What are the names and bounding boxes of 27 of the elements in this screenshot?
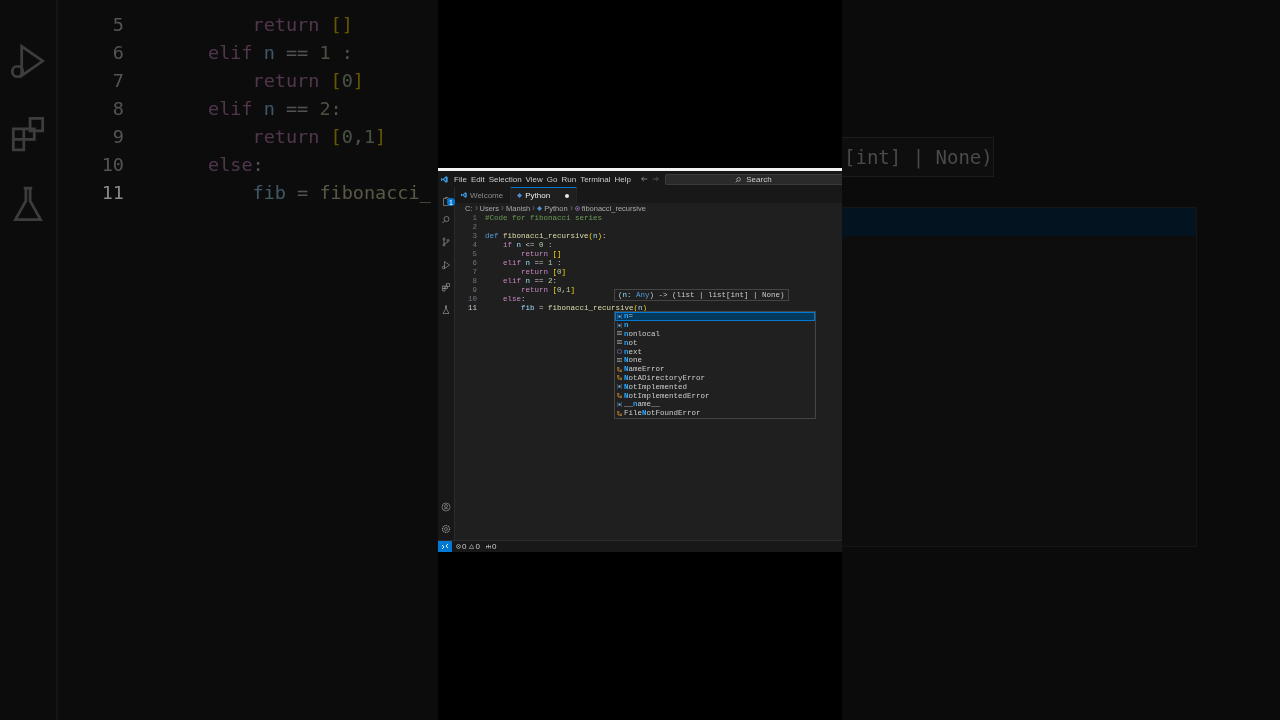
menu-item[interactable]: Terminal — [578, 174, 613, 184]
line-number: 5 — [111, 13, 124, 35]
menu-item[interactable]: Selection — [486, 174, 524, 184]
editor-tab[interactable]: Python — [511, 187, 578, 203]
search-field[interactable]: Search — [664, 173, 842, 185]
code-line: return [0,1] — [251, 125, 387, 147]
problems-button[interactable]: 0 0 — [456, 542, 482, 551]
code-line: else: — [208, 153, 264, 175]
menu-item[interactable]: Go — [544, 174, 560, 184]
code-line: elif n == 2: — [208, 97, 342, 119]
ports-button[interactable]: 0 — [485, 542, 499, 551]
signature-hint: [int] | None) — [842, 137, 994, 177]
menu-item[interactable]: Help — [612, 174, 633, 184]
code-line: fib = fibonacci_ — [251, 181, 431, 203]
code-line: return [0] — [251, 69, 364, 91]
line-number: 7 — [111, 69, 124, 91]
menu-item[interactable]: View — [523, 174, 545, 184]
line-number: 6 — [111, 41, 124, 63]
line-number: 9 — [111, 125, 124, 147]
menu-item[interactable]: Run — [559, 174, 579, 184]
code-line: elif n == 1 : — [208, 41, 353, 63]
menu-item[interactable]: Edit — [468, 174, 487, 184]
menu-item[interactable]: File — [452, 174, 469, 184]
code-line: return [] — [251, 13, 353, 35]
line-number: 11 — [100, 181, 124, 203]
line-number: 10 — [100, 153, 124, 175]
line-number: 8 — [111, 97, 124, 119]
